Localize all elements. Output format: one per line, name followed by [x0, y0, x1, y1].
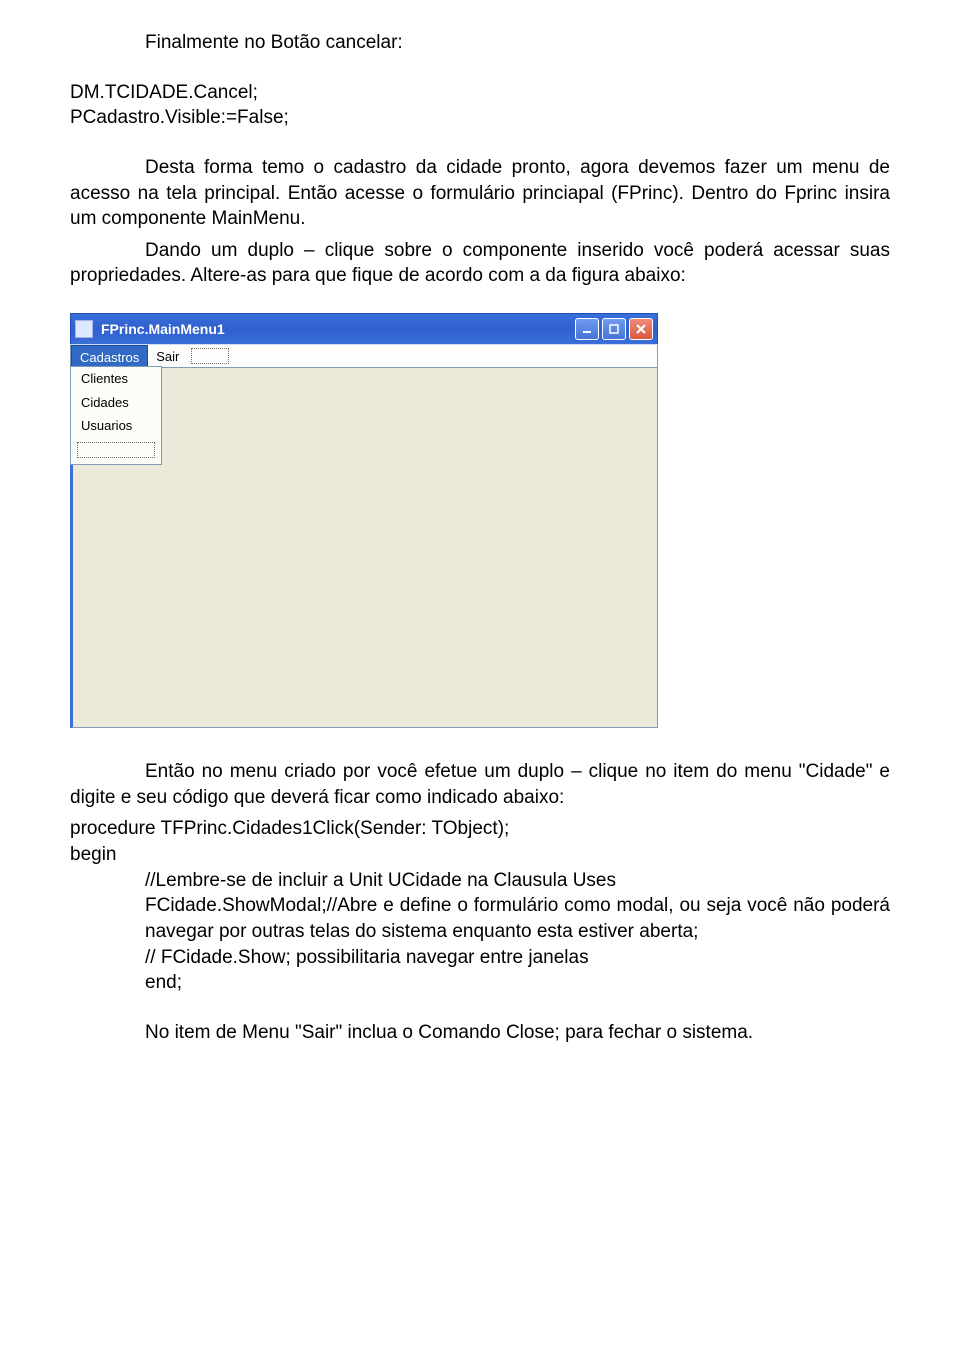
dropdown-item-cidades[interactable]: Cidades	[71, 391, 161, 415]
intro-line: Finalmente no Botão cancelar:	[70, 30, 890, 56]
dropdown-menu: Clientes Cidades Usuarios	[70, 366, 162, 465]
paragraph: Desta forma temo o cadastro da cidade pr…	[70, 155, 890, 232]
code-line: PCadastro.Visible:=False;	[70, 105, 890, 131]
new-menu-item-placeholder[interactable]	[191, 348, 229, 364]
close-icon[interactable]	[629, 318, 653, 340]
window-title: FPrinc.MainMenu1	[101, 320, 575, 339]
paragraph: Então no menu criado por você efetue um …	[70, 759, 890, 810]
app-icon	[75, 320, 93, 338]
menu-item-cadastros[interactable]: Cadastros	[71, 345, 148, 367]
code-line: procedure TFPrinc.Cidades1Click(Sender: …	[70, 816, 890, 842]
menu-bar: Cadastros Sair	[70, 344, 658, 367]
mainmenu-editor-screenshot: FPrinc.MainMenu1 Cadastros Sair Clientes…	[70, 313, 658, 727]
minimize-icon[interactable]	[575, 318, 599, 340]
code-line: end;	[70, 970, 890, 996]
code-line: FCidade.ShowModal;//Abre e define o form…	[70, 893, 890, 944]
paragraph: Dando um duplo – clique sobre o componen…	[70, 238, 890, 289]
window-titlebar: FPrinc.MainMenu1	[70, 313, 658, 344]
dropdown-item-usuarios[interactable]: Usuarios	[71, 414, 161, 438]
maximize-icon[interactable]	[602, 318, 626, 340]
code-block-2: procedure TFPrinc.Cidades1Click(Sender: …	[70, 816, 890, 995]
menu-item-sair[interactable]: Sair	[148, 345, 187, 367]
code-line: // FCidade.Show; possibilitaria navegar …	[70, 945, 890, 971]
code-line: begin	[70, 842, 890, 868]
dropdown-item-clientes[interactable]: Clientes	[71, 367, 161, 391]
code-line: //Lembre-se de incluir a Unit UCidade na…	[70, 868, 890, 894]
code-line: DM.TCIDADE.Cancel;	[70, 80, 890, 106]
paragraph: No item de Menu "Sair" inclua o Comando …	[70, 1020, 890, 1046]
code-block-1: DM.TCIDADE.Cancel; PCadastro.Visible:=Fa…	[70, 80, 890, 131]
new-submenu-item-placeholder[interactable]	[77, 442, 155, 458]
